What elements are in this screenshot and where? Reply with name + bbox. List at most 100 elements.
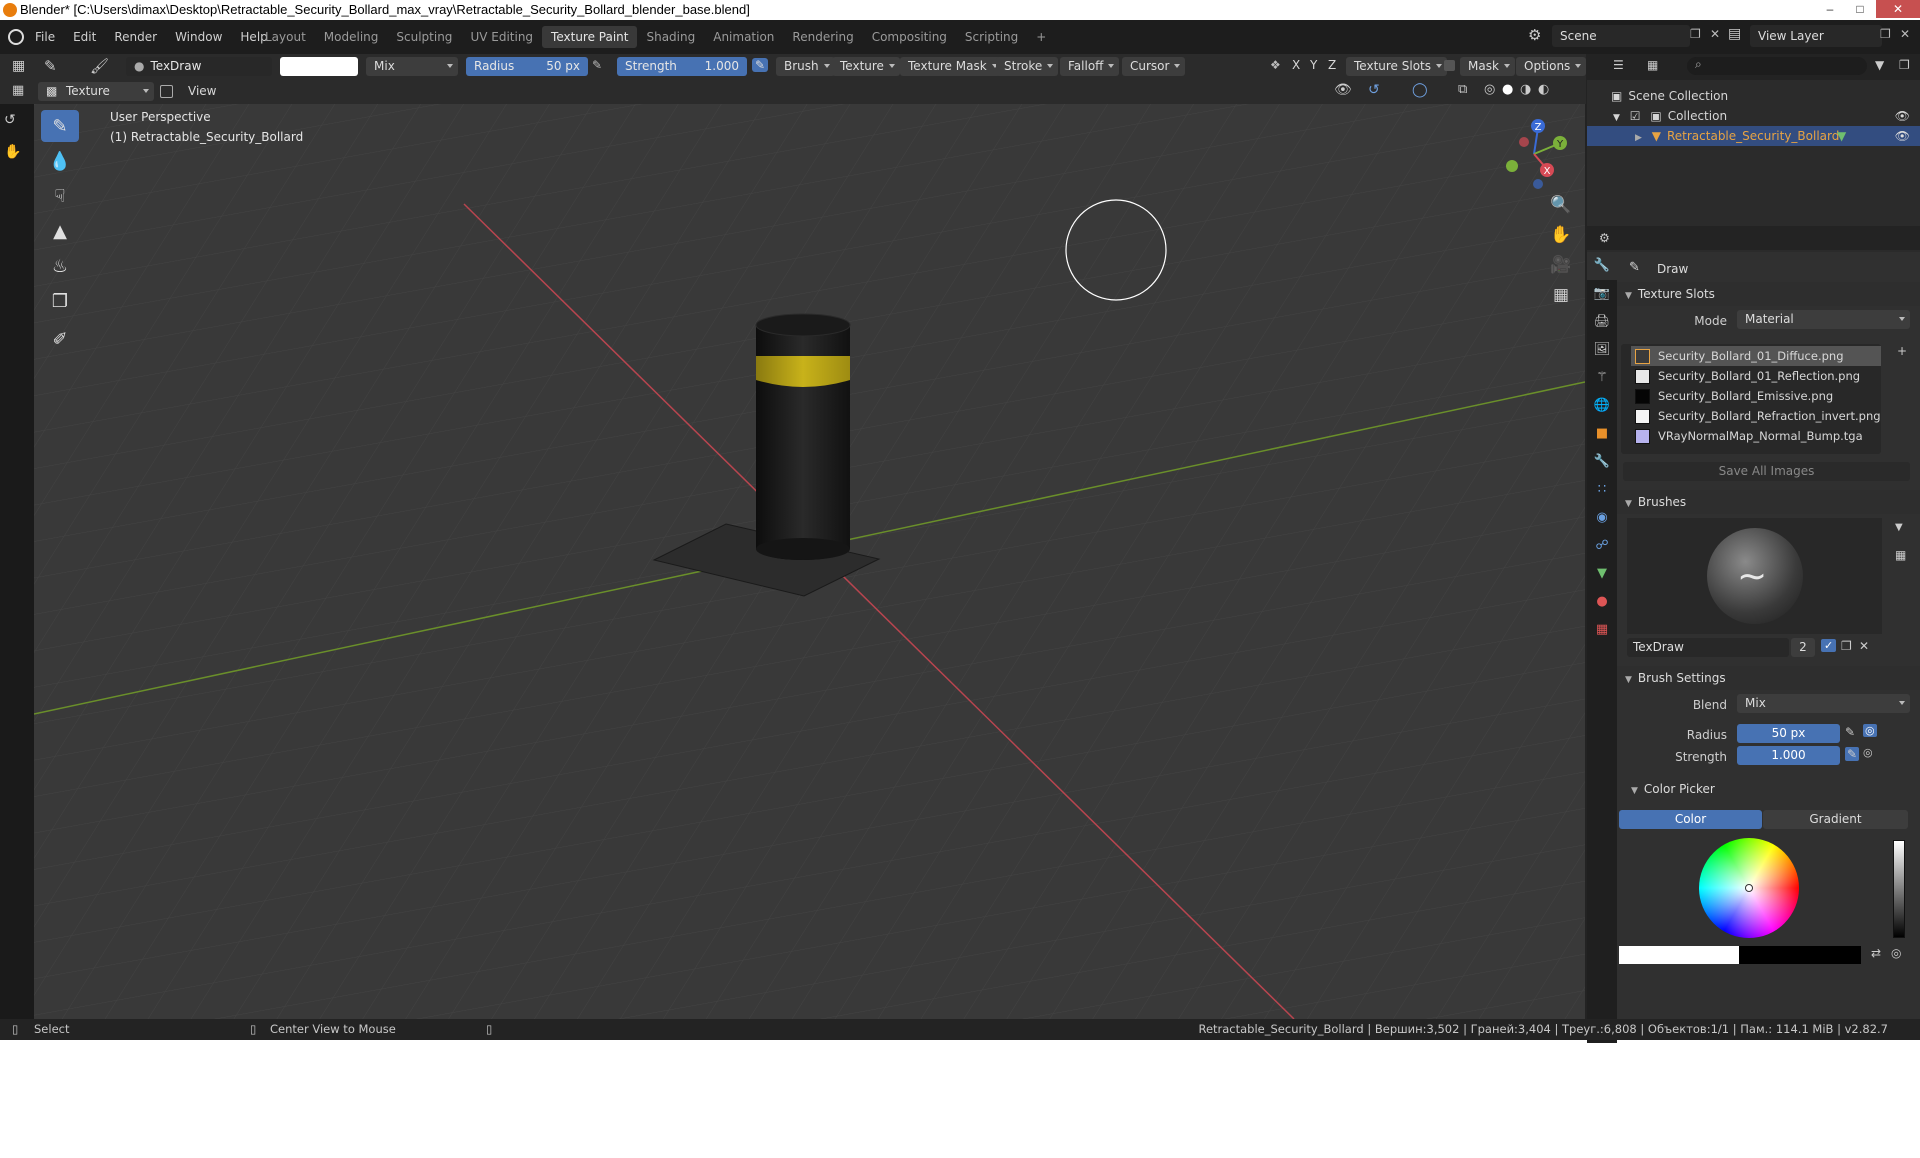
tab-shading[interactable]: Shading [637, 26, 704, 48]
tab-physics-icon[interactable]: ◉ [1587, 504, 1617, 532]
collection-expand-icon[interactable]: ▼ [1613, 113, 1620, 123]
color-wheel[interactable] [1699, 838, 1799, 938]
unified-color-icon[interactable]: ◎ [1891, 946, 1901, 960]
brush-radius-slider[interactable]: 50 px [1737, 724, 1840, 743]
strength-pressure-icon[interactable]: ✎ [752, 58, 769, 72]
tool-settings-icon[interactable]: ✎ [44, 57, 57, 75]
view-layer-selector[interactable]: View Layer [1750, 25, 1882, 47]
tab-constraints-icon[interactable]: ☍ [1587, 532, 1617, 560]
tab-modifier-icon[interactable]: 🔧 [1587, 448, 1617, 476]
tab-compositing[interactable]: Compositing [863, 26, 956, 48]
maximize-icon[interactable]: □ [1846, 0, 1874, 18]
filter-icon[interactable]: ▼ [1875, 58, 1884, 72]
tab-sculpting[interactable]: Sculpting [387, 26, 461, 48]
minimize-icon[interactable]: – [1816, 0, 1844, 18]
falloff-menu[interactable]: Falloff [1060, 57, 1120, 76]
zoom-icon[interactable]: 🔍 [1548, 192, 1574, 218]
gizmo-toggle-icon[interactable]: ↺ [1368, 82, 1380, 98]
brush-users-count[interactable]: 2 [1791, 638, 1815, 657]
viewport-editor-icon[interactable]: ▦ [12, 83, 24, 98]
texture-mask-menu[interactable]: Texture Mask [900, 57, 1003, 76]
close-icon[interactable]: ✕ [1876, 0, 1920, 18]
brush-strength-pressure-icon[interactable]: ✎ [1845, 747, 1860, 761]
object-visibility-icon[interactable]: 👁 [1895, 126, 1910, 146]
cursor-menu[interactable]: Cursor [1122, 57, 1186, 76]
navigation-gizmo[interactable]: Z Y X [1494, 114, 1574, 194]
scene-selector[interactable]: Scene [1552, 25, 1690, 47]
brush-blend-dropdown[interactable]: Mix [1737, 694, 1910, 713]
brush-strength-slider[interactable]: 1.000 [1737, 746, 1840, 765]
mask-checkbox[interactable] [1444, 60, 1455, 71]
color-picker-section[interactable]: ▼ Color Picker [1631, 782, 1715, 796]
view-menu[interactable]: View [188, 84, 216, 98]
new-scene-icon[interactable]: ❐ [1690, 27, 1701, 41]
tab-rendering[interactable]: Rendering [783, 26, 862, 48]
delete-view-layer-icon[interactable]: ✕ [1900, 27, 1910, 41]
view-layer-icon[interactable]: ▤ [1728, 26, 1741, 42]
radius-pressure-icon[interactable]: ✎ [592, 58, 602, 72]
brush-radius-unit-icon[interactable]: ◎ [1863, 724, 1877, 737]
mode-dropdown[interactable]: ▩ Texture Paint [38, 82, 154, 117]
wireframe-shading-icon[interactable]: ◎ [1484, 82, 1495, 97]
texture-slots-menu[interactable]: Texture Slots [1346, 57, 1447, 76]
annotate-tool-icon[interactable]: ✐ [41, 323, 79, 355]
brush-settings-section[interactable]: ▼ Brush Settings [1617, 666, 1920, 690]
outliner-scene-collection[interactable]: ▣ Scene Collection [1587, 86, 1920, 106]
brush-color-swatch[interactable] [280, 57, 358, 76]
outliner-editor-icon[interactable]: ☰ [1613, 58, 1624, 72]
options-menu[interactable]: Options [1516, 57, 1587, 76]
texture-mode-dropdown[interactable]: Material [1737, 310, 1910, 329]
camera-view-icon[interactable]: 🎥 [1548, 252, 1574, 278]
tab-texture-paint[interactable]: Texture Paint [542, 26, 638, 48]
tab-scripting[interactable]: Scripting [956, 26, 1027, 48]
clone-tool-icon[interactable]: ▲ [41, 215, 79, 247]
stroke-menu[interactable]: Stroke [996, 57, 1059, 76]
rendered-shading-icon[interactable]: ◐ [1538, 82, 1549, 97]
tab-tool-icon[interactable]: 🔧 [1587, 252, 1617, 280]
duplicate-brush-icon[interactable]: ❐ [1841, 639, 1852, 653]
tab-layout[interactable]: Layout [256, 26, 315, 48]
rotate-view-icon[interactable]: ↺ [4, 112, 16, 128]
brush-menu[interactable]: Brush [776, 57, 835, 76]
texture-slots-section[interactable]: ▼ Texture Slots [1617, 282, 1920, 306]
gradient-tab[interactable]: Gradient [1763, 810, 1908, 829]
menu-edit[interactable]: Edit [64, 30, 105, 44]
solid-shading-icon[interactable]: ● [1502, 82, 1513, 97]
tab-particles-icon[interactable]: ∷ [1587, 476, 1617, 504]
texture-slot-diffuse[interactable]: Security_Bollard_01_Diffuce.png [1631, 346, 1881, 366]
mask-menu[interactable]: Mask [1460, 57, 1515, 76]
fake-user-shield-icon[interactable]: ✓ [1821, 639, 1837, 652]
brushes-section[interactable]: ▼ Brushes [1617, 490, 1920, 514]
properties-editor-icon[interactable]: ⚙ [1599, 231, 1610, 245]
menu-render[interactable]: Render [105, 30, 166, 44]
material-shading-icon[interactable]: ◑ [1520, 82, 1531, 97]
texture-slot-reflection[interactable]: Security_Bollard_01_Reflection.png [1631, 366, 1881, 386]
object-expand-icon[interactable]: ▶ [1635, 133, 1642, 143]
blender-menu-icon[interactable] [8, 29, 24, 45]
tab-render-icon[interactable]: 📷 [1587, 280, 1617, 308]
add-workspace-icon[interactable]: + [1027, 26, 1055, 48]
blend-mode-dropdown[interactable]: Mix [366, 57, 458, 76]
3d-viewport[interactable]: User Perspective (1) Retractable_Securit… [34, 104, 1585, 1019]
outliner-collection[interactable]: ▼ ☑ ▣ Collection 👁 [1587, 106, 1920, 126]
ortho-grid-icon[interactable]: ▦ [1548, 282, 1574, 308]
axis-y-toggle[interactable]: Y [1310, 58, 1317, 72]
paint-mask-toggle[interactable] [160, 85, 173, 98]
tab-data-icon[interactable]: ▼ [1587, 560, 1617, 588]
tab-texture-icon[interactable]: ▦ [1587, 616, 1617, 644]
texture-slot-emissive[interactable]: Security_Bollard_Emissive.png [1631, 386, 1881, 406]
mask-tool-icon[interactable]: ❐ [41, 285, 79, 317]
tab-world-icon[interactable]: 🌐 [1587, 392, 1617, 420]
editor-type-icon[interactable]: ▦ [12, 58, 25, 74]
tab-modeling[interactable]: Modeling [315, 26, 388, 48]
tab-material-icon[interactable]: ● [1587, 588, 1617, 616]
new-collection-icon[interactable]: ❐ [1899, 58, 1910, 72]
color-wheel-cursor[interactable] [1745, 884, 1753, 892]
texture-slot-normal[interactable]: VRayNormalMap_Normal_Bump.tga [1631, 426, 1881, 446]
new-view-layer-icon[interactable]: ❐ [1880, 27, 1891, 41]
tab-animation[interactable]: Animation [704, 26, 783, 48]
color-value-slider[interactable] [1893, 840, 1905, 938]
radius-slider[interactable]: Radius 50 px [466, 57, 588, 76]
add-texture-slot-icon[interactable]: + [1897, 344, 1907, 358]
unlink-brush-icon[interactable]: ✕ [1859, 639, 1869, 653]
